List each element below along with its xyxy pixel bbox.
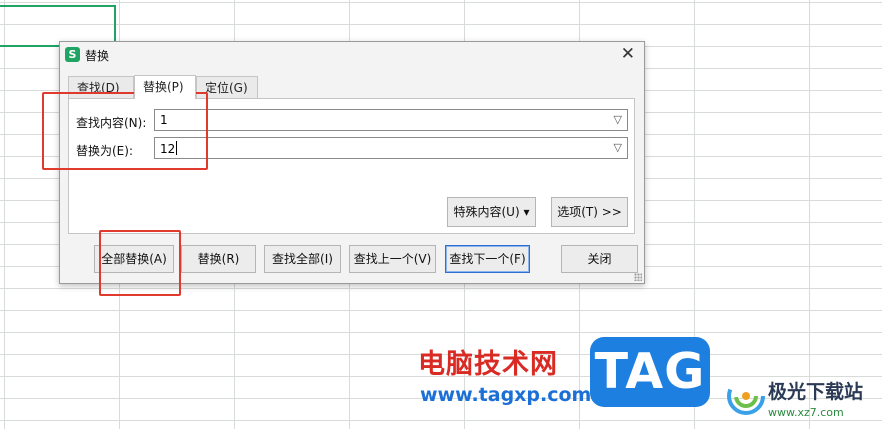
tab-replace[interactable]: 替换(P): [134, 75, 196, 99]
replace-button[interactable]: 替换(R): [181, 245, 256, 273]
replace-input[interactable]: 12 ▽: [154, 137, 628, 159]
watermark-site-title: 电脑技术网: [418, 349, 558, 380]
find-all-button[interactable]: 查找全部(I): [264, 245, 341, 273]
app-logo-icon: S: [65, 47, 80, 62]
watermark-site-name: 极光下载站: [768, 381, 864, 403]
watermark-url: www.tagxp.com: [420, 384, 592, 406]
watermark-site-url: www.xz7.com: [768, 406, 844, 419]
highlight-box-fields: [42, 92, 208, 170]
tag-logo: TAG: [590, 337, 710, 407]
options-button[interactable]: 选项(T) >>: [551, 197, 628, 227]
tag-logo-text: TAG: [594, 343, 706, 400]
chevron-down-icon[interactable]: ▽: [614, 141, 622, 154]
chevron-down-icon[interactable]: ▽: [614, 113, 622, 126]
find-input[interactable]: 1 ▽: [154, 109, 628, 131]
close-icon[interactable]: ✕: [621, 44, 635, 64]
special-content-button[interactable]: 特殊内容(U) ▾: [447, 197, 536, 227]
resize-grip-icon[interactable]: [634, 273, 642, 281]
highlight-box-replace-all: [99, 230, 181, 296]
close-button[interactable]: 关闭: [561, 245, 638, 273]
find-previous-button[interactable]: 查找上一个(V): [349, 245, 436, 273]
dialog-title: 替换: [85, 49, 110, 63]
dialog-titlebar[interactable]: S 替换 ✕: [60, 42, 644, 68]
aurora-logo-icon: [727, 377, 765, 415]
find-next-button[interactable]: 查找下一个(F): [445, 245, 530, 273]
